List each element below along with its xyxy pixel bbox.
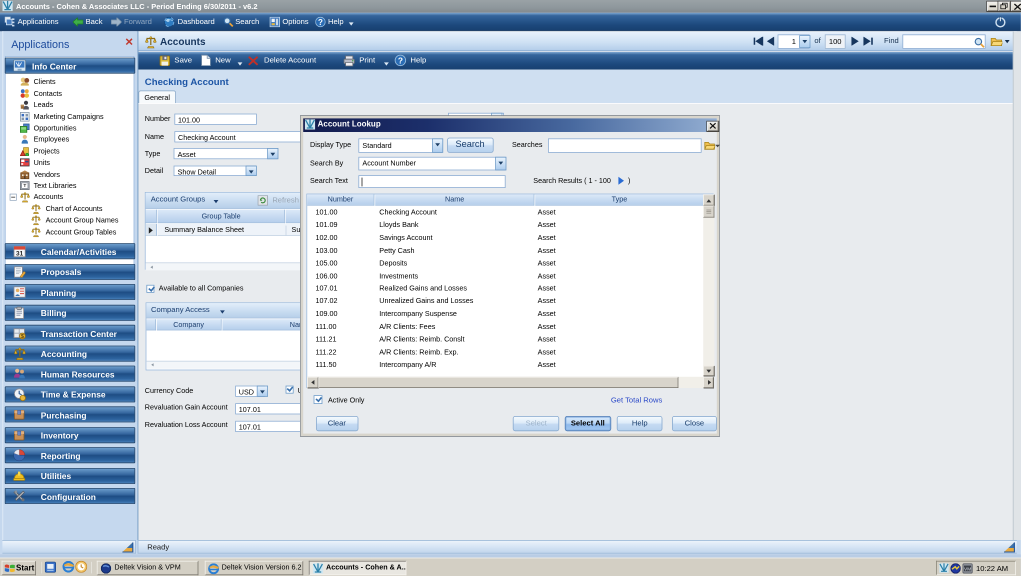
svg-text:VM: VM <box>964 566 971 572</box>
svg-text:?: ? <box>318 18 323 27</box>
svg-text:$: $ <box>21 334 24 340</box>
svg-text:?: ? <box>398 56 403 66</box>
svg-text:31: 31 <box>16 251 24 258</box>
svg-text:T: T <box>23 183 26 189</box>
